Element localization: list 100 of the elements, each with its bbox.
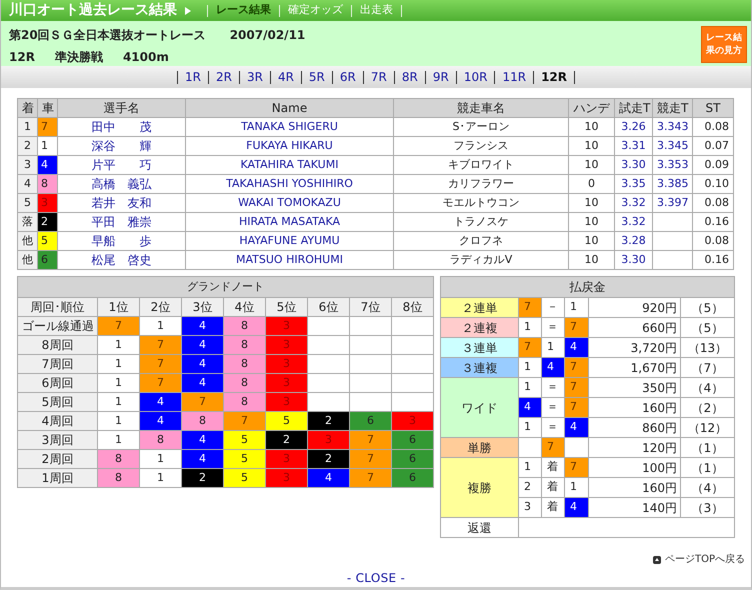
column-header: 5位 [266,298,308,316]
car-number-cell: 3 [38,194,58,212]
car-number-cell: 2 [308,412,350,430]
column-header: 試走T [614,98,652,118]
bet-type-cell: 複勝 [440,458,518,518]
column-header: 選手名 [58,98,186,118]
combination-cell: 7 [564,318,588,338]
race-tab[interactable]: 4R [278,68,294,86]
table-cell: 3周回 [18,430,98,450]
table-cell: 0.16 [692,212,734,232]
combination-cell: 1 [518,458,542,478]
table-cell: モエルトウコン [394,194,568,212]
column-header: 1位 [98,298,140,316]
table-cell: 160円 [588,478,680,498]
car-number-cell: 2 [38,212,58,232]
car-number-cell: 5 [266,412,308,430]
car-number-cell: 8 [224,374,266,392]
race-tab[interactable]: 11R [502,68,526,86]
table-cell: （3） [680,498,734,518]
table-cell: 4周回 [18,412,98,430]
table-cell: 3.35 [614,174,652,194]
table-cell: FUKAYA HIKARU [186,136,394,156]
race-tab[interactable]: 9R [432,68,449,86]
race-grade: 準決勝戦 [54,49,103,66]
table-cell: （4） [680,478,734,498]
race-tab[interactable]: 3R [246,68,263,86]
car-number-cell: 7 [350,468,392,488]
race-tab[interactable]: 8R [402,68,418,86]
table-cell: ラディカルV [394,250,568,270]
table-cell: 3.345 [652,136,692,156]
table-cell: 0.10 [692,174,734,194]
table-cell: （4） [680,378,734,398]
race-tab[interactable]: 12R [541,68,568,86]
car-number-cell: 3 [266,450,308,468]
car-number-cell: 5 [224,468,266,488]
table-cell: 1周回 [18,468,98,488]
car-number-cell: 1 [38,136,58,156]
combination-cell: 4 [564,418,588,438]
table-cell: 若井 友和 [58,194,186,212]
table-cell: 3.343 [652,118,692,136]
combination-cell: 3 [518,498,542,518]
combination-cell: － [542,298,564,318]
table-cell: 他 [18,250,38,270]
race-tab[interactable]: 6R [340,68,356,86]
table-cell: 早船 歩 [58,232,186,250]
car-number-cell: 4 [308,468,350,488]
car-number-cell: 2 [308,450,350,468]
car-number-cell: 8 [98,450,140,468]
combination-cell: 着 [542,478,564,498]
column-header: ハンデ [568,98,614,118]
column-header: 着 [18,98,38,118]
table-cell: （5） [680,318,734,338]
table-cell: 3.32 [614,212,652,232]
table-cell: 7周回 [18,354,98,374]
car-number-cell: 1 [98,336,140,354]
table-cell: 160円 [588,398,680,418]
table-cell: WAKAI TOMOKAZU [186,194,394,212]
table-cell: フランシス [394,136,568,156]
car-number-cell: 5 [38,232,58,250]
nav-link[interactable]: レース結果 [216,2,271,19]
car-number-cell: 4 [140,392,182,412]
car-number-cell: 6 [38,250,58,270]
column-header: 車 [38,98,58,118]
table-cell: 10 [568,156,614,174]
race-tab[interactable]: 1R [184,68,201,86]
car-number-cell: 1 [98,412,140,430]
table-cell: 6周回 [18,374,98,392]
table-cell: 0.07 [692,136,734,156]
car-number-cell: 4 [182,430,224,450]
combination-cell: 4 [564,498,588,518]
car-number-cell: 3 [266,468,308,488]
table-cell: 10 [568,118,614,136]
bet-type-cell: ３連単 [440,338,518,358]
car-number-cell: 7 [38,118,58,136]
table-cell: キブロワイト [394,156,568,174]
table-cell: 3.26 [614,118,652,136]
table-cell: HAYAFUNE AYUMU [186,232,394,250]
page-top-link[interactable]: ページTOPへ戻る [652,552,745,567]
car-number-cell: 8 [224,392,266,412]
column-header: 7位 [350,298,392,316]
combination-cell: 7 [518,338,542,358]
close-link[interactable]: - CLOSE - [346,569,406,587]
table-cell: 4 [18,174,38,194]
race-tab[interactable]: 2R [216,68,232,86]
car-number-cell: 4 [182,354,224,374]
car-number-cell: 1 [140,450,182,468]
car-number-cell: 1 [140,316,182,336]
car-number-cell: 5 [224,450,266,468]
car-number-cell: 3 [266,336,308,354]
table-cell: 140円 [588,498,680,518]
combination-cell: 4 [542,358,564,378]
race-tab[interactable]: 10R [464,68,488,86]
car-number-cell: 6 [350,412,392,430]
car-number-cell: 8 [224,316,266,336]
race-tab[interactable]: 7R [370,68,387,86]
table-cell: ゴール線通過 [18,316,98,336]
table-cell: 0.16 [692,250,734,270]
race-tab[interactable]: 5R [308,68,325,86]
table-cell: 1,670円 [588,358,680,378]
car-number-cell: 8 [224,336,266,354]
